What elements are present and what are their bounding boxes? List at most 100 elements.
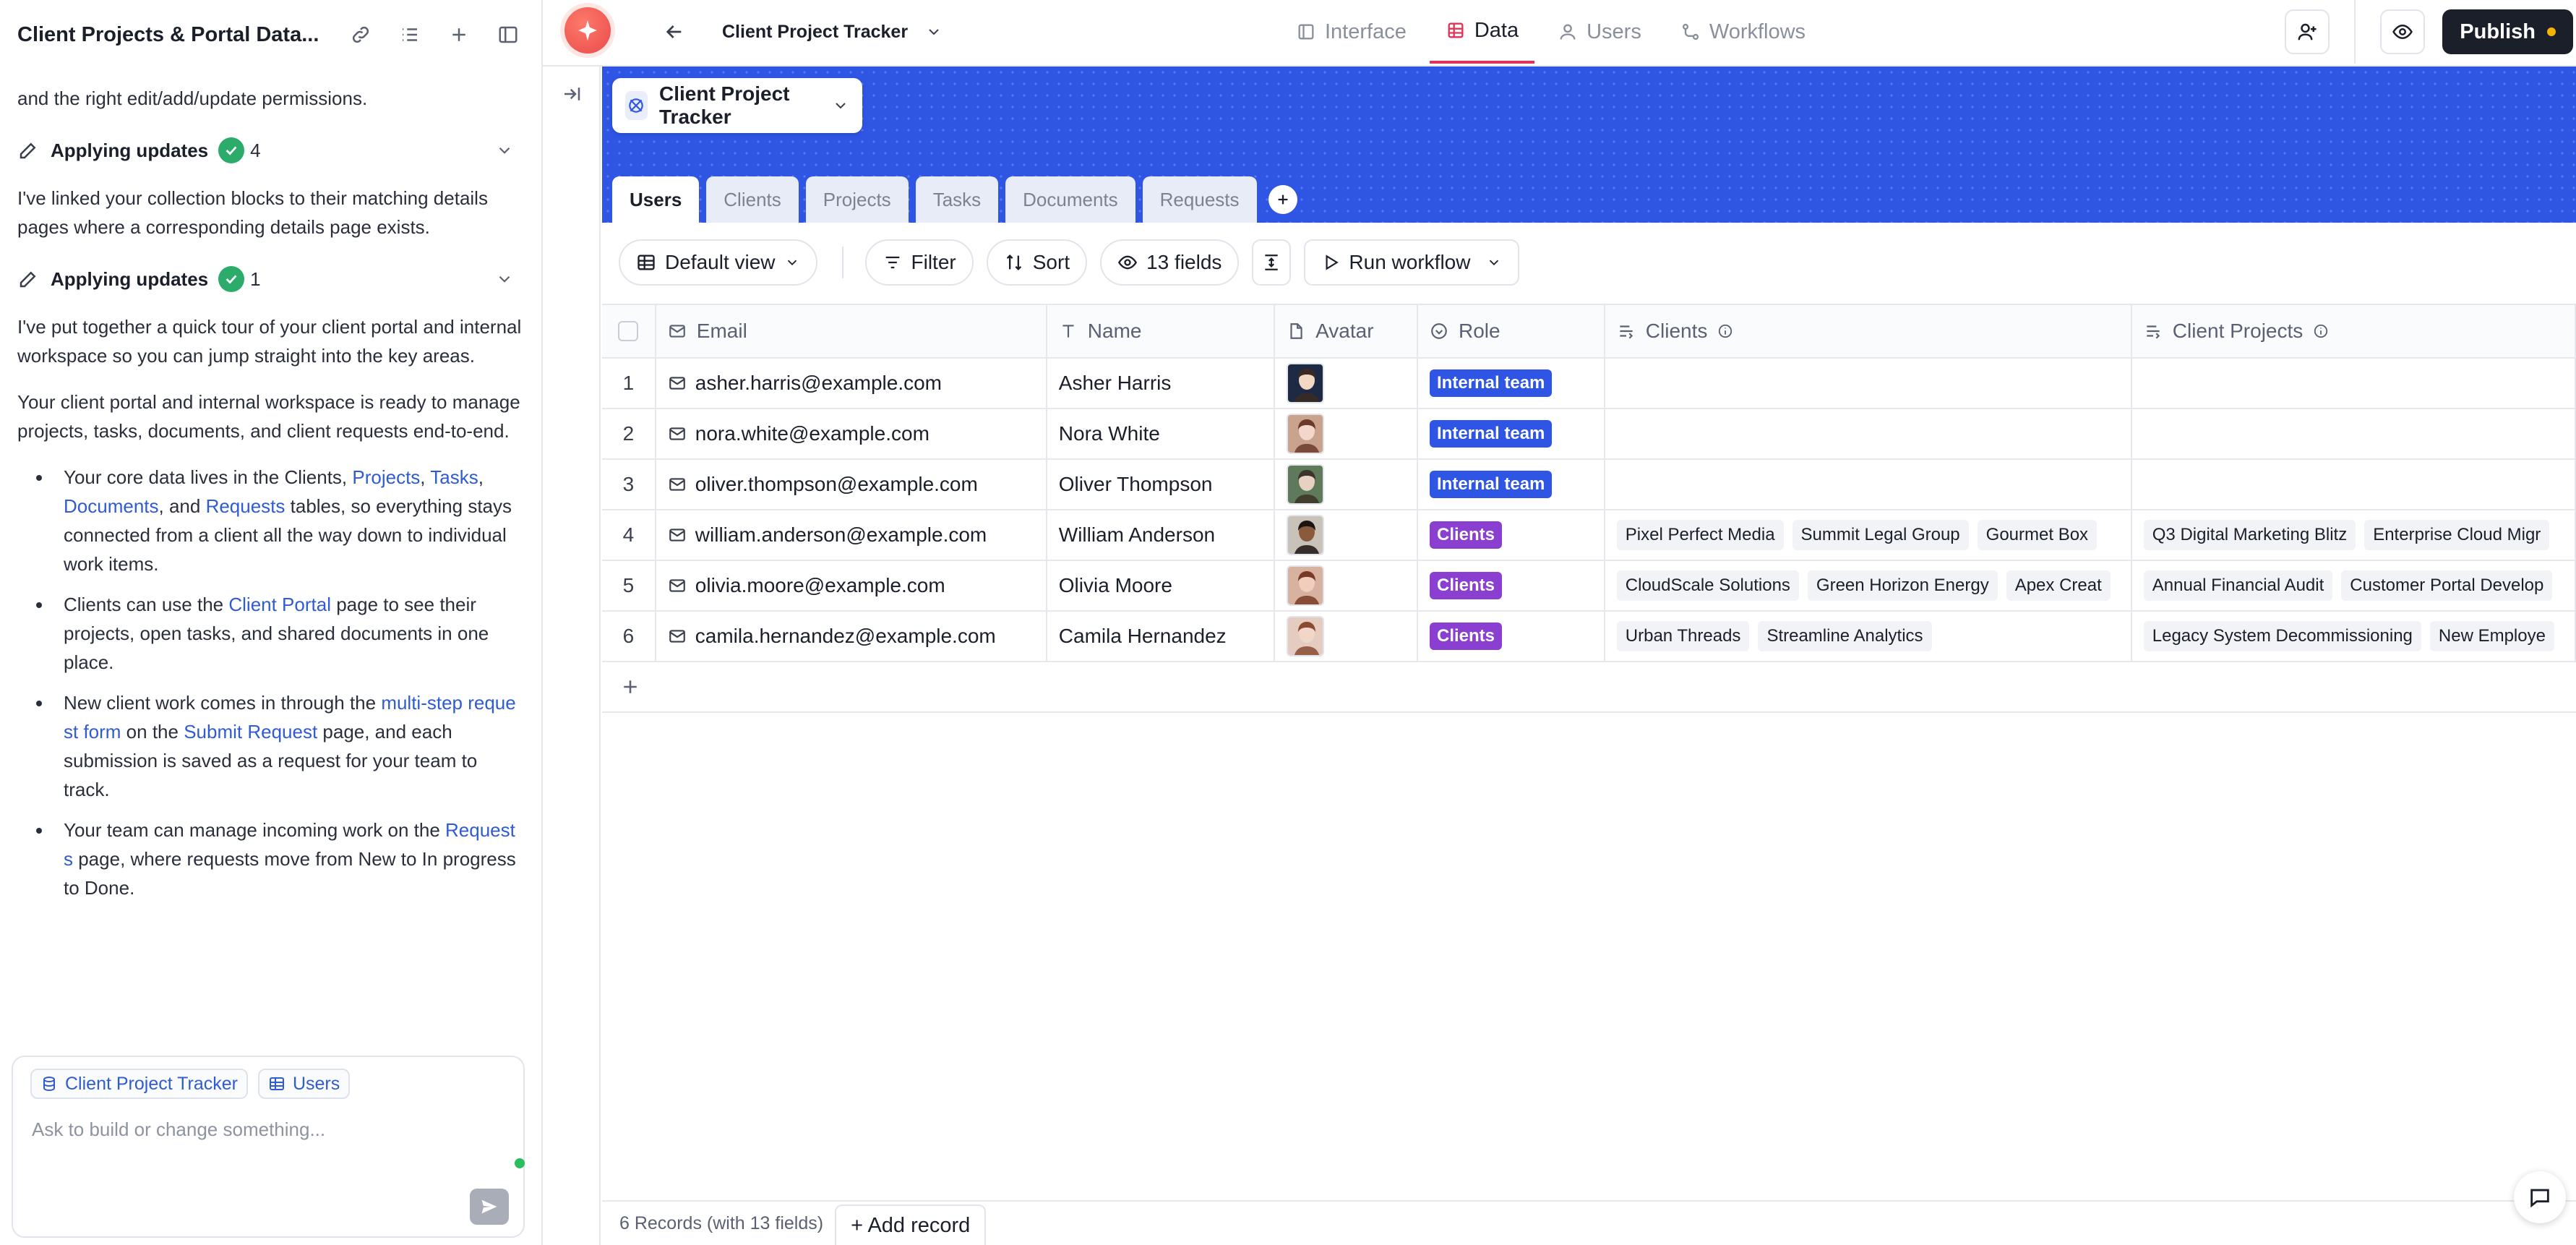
back-arrow-icon[interactable]: [658, 16, 690, 48]
row-number[interactable]: 3: [602, 459, 656, 510]
fields-button[interactable]: 13 fields: [1100, 239, 1240, 286]
link-client-portal[interactable]: Client Portal: [228, 594, 331, 615]
tab-requests[interactable]: Requests: [1142, 176, 1257, 223]
prompt-input[interactable]: [32, 1115, 494, 1144]
link-icon[interactable]: [345, 19, 377, 51]
sidebar-toggle-icon[interactable]: [492, 19, 524, 51]
row-number[interactable]: 6: [602, 611, 656, 662]
name-cell[interactable]: Olivia Moore: [1046, 560, 1276, 612]
avatar-cell[interactable]: [1274, 459, 1418, 510]
table-row[interactable]: 6 camila.hernandez@example.com Camila Her…: [602, 611, 2576, 662]
row-number[interactable]: 4: [602, 510, 656, 561]
publish-button[interactable]: Publish: [2442, 9, 2573, 54]
select-all-checkbox[interactable]: [618, 321, 639, 341]
role-cell[interactable]: Clients: [1417, 611, 1605, 662]
context-chip-database[interactable]: Client Project Tracker: [30, 1069, 248, 1099]
link-documents[interactable]: Documents: [64, 495, 159, 517]
context-chip-table[interactable]: Users: [257, 1069, 351, 1099]
avatar-cell[interactable]: [1274, 611, 1418, 662]
client-projects-cell[interactable]: Legacy System Decommissioning New Employe: [2131, 611, 2576, 662]
chevron-down-icon[interactable]: [495, 141, 514, 160]
client-projects-cell[interactable]: [2131, 358, 2576, 409]
tab-clients[interactable]: Clients: [706, 176, 799, 223]
step-applying-updates[interactable]: Applying updates 4: [17, 130, 524, 171]
project-title[interactable]: Client Projects & Portal Data...: [17, 23, 327, 47]
collapse-panel-icon[interactable]: [556, 78, 588, 110]
clients-cell[interactable]: Pixel Perfect Media Summit Legal Group Gou…: [1604, 510, 2132, 561]
app-switcher[interactable]: Client Project Tracker: [722, 16, 943, 48]
linked-project-tag[interactable]: Customer Portal Develop: [2341, 570, 2553, 601]
tab-projects[interactable]: Projects: [805, 176, 909, 223]
table-row[interactable]: 2 nora.white@example.com Nora White Inter…: [602, 408, 2576, 460]
column-header-email[interactable]: Email: [655, 304, 1047, 359]
linked-project-tag[interactable]: Enterprise Cloud Migr: [2364, 520, 2550, 550]
run-workflow-button[interactable]: Run workflow: [1304, 239, 1520, 286]
clients-cell[interactable]: CloudScale Solutions Green Horizon Energy…: [1604, 560, 2132, 612]
nav-data[interactable]: Data: [1429, 0, 1535, 64]
linked-client-tag[interactable]: Pixel Perfect Media: [1616, 520, 1784, 550]
client-projects-cell[interactable]: Q3 Digital Marketing Blitz Enterprise Clo…: [2131, 510, 2576, 561]
column-header-client-projects[interactable]: Client Projects: [2131, 304, 2576, 359]
list-icon[interactable]: [394, 19, 426, 51]
link-submit-request[interactable]: Submit Request: [184, 721, 317, 743]
clients-cell[interactable]: Urban Threads Streamline Analytics: [1604, 611, 2132, 662]
role-cell[interactable]: Internal team: [1417, 358, 1605, 409]
row-number[interactable]: 5: [602, 560, 656, 612]
linked-project-tag[interactable]: Annual Financial Audit: [2143, 570, 2333, 601]
email-cell[interactable]: asher.harris@example.com: [655, 358, 1047, 409]
table-row[interactable]: 4 william.anderson@example.com William An…: [602, 510, 2576, 561]
step-applying-updates[interactable]: Applying updates 1: [17, 259, 524, 299]
linked-client-tag[interactable]: Apex Creat: [2006, 570, 2111, 601]
column-header-clients[interactable]: Clients: [1604, 304, 2132, 359]
client-projects-cell[interactable]: Annual Financial Audit Customer Portal De…: [2131, 560, 2576, 612]
name-cell[interactable]: Camila Hernandez: [1046, 611, 1276, 662]
avatar-cell[interactable]: [1274, 560, 1418, 612]
avatar-cell[interactable]: [1274, 408, 1418, 460]
clients-cell[interactable]: [1604, 459, 2132, 510]
database-selector[interactable]: Client Project Tracker: [612, 78, 862, 133]
email-cell[interactable]: camila.hernandez@example.com: [655, 611, 1047, 662]
add-table-button[interactable]: [1268, 185, 1297, 214]
linked-project-tag[interactable]: Q3 Digital Marketing Blitz: [2143, 520, 2356, 550]
nav-interface[interactable]: Interface: [1280, 0, 1422, 64]
email-cell[interactable]: olivia.moore@example.com: [655, 560, 1047, 612]
column-header-role[interactable]: Role: [1417, 304, 1605, 359]
table-row[interactable]: 5 olivia.moore@example.com Olivia Moore C…: [602, 560, 2576, 612]
role-cell[interactable]: Clients: [1417, 510, 1605, 561]
chevron-down-icon[interactable]: [495, 270, 514, 288]
name-cell[interactable]: Asher Harris: [1046, 358, 1276, 409]
linked-project-tag[interactable]: New Employe: [2429, 621, 2554, 651]
chat-support-button[interactable]: [2514, 1171, 2566, 1223]
avatar-cell[interactable]: [1274, 510, 1418, 561]
clients-cell[interactable]: [1604, 358, 2132, 409]
column-header-avatar[interactable]: Avatar: [1274, 304, 1418, 359]
info-icon[interactable]: [2313, 323, 2329, 339]
view-selector[interactable]: Default view: [619, 239, 817, 286]
row-height-button[interactable]: [1252, 239, 1292, 286]
avatar-cell[interactable]: [1274, 358, 1418, 409]
invite-user-button[interactable]: [2285, 9, 2330, 54]
sort-button[interactable]: Sort: [986, 239, 1088, 286]
filter-button[interactable]: Filter: [864, 239, 974, 286]
info-icon[interactable]: [1717, 323, 1733, 339]
nav-workflows[interactable]: Workflows: [1665, 0, 1821, 64]
link-requests[interactable]: Requests: [206, 495, 285, 517]
link-tasks[interactable]: Tasks: [430, 466, 478, 488]
client-projects-cell[interactable]: [2131, 408, 2576, 460]
column-header-name[interactable]: Name: [1046, 304, 1276, 359]
name-cell[interactable]: Nora White: [1046, 408, 1276, 460]
tab-documents[interactable]: Documents: [1005, 176, 1135, 223]
row-number[interactable]: 2: [602, 408, 656, 460]
tab-tasks[interactable]: Tasks: [915, 176, 999, 223]
role-cell[interactable]: Internal team: [1417, 408, 1605, 460]
email-cell[interactable]: william.anderson@example.com: [655, 510, 1047, 561]
preview-button[interactable]: [2380, 9, 2426, 54]
add-row-button[interactable]: [602, 662, 2576, 713]
send-button[interactable]: [470, 1189, 509, 1225]
linked-client-tag[interactable]: CloudScale Solutions: [1616, 570, 1799, 601]
name-cell[interactable]: William Anderson: [1046, 510, 1276, 561]
linked-client-tag[interactable]: Urban Threads: [1616, 621, 1750, 651]
email-cell[interactable]: nora.white@example.com: [655, 408, 1047, 460]
client-projects-cell[interactable]: [2131, 459, 2576, 510]
ai-assistant-button[interactable]: [564, 7, 611, 54]
